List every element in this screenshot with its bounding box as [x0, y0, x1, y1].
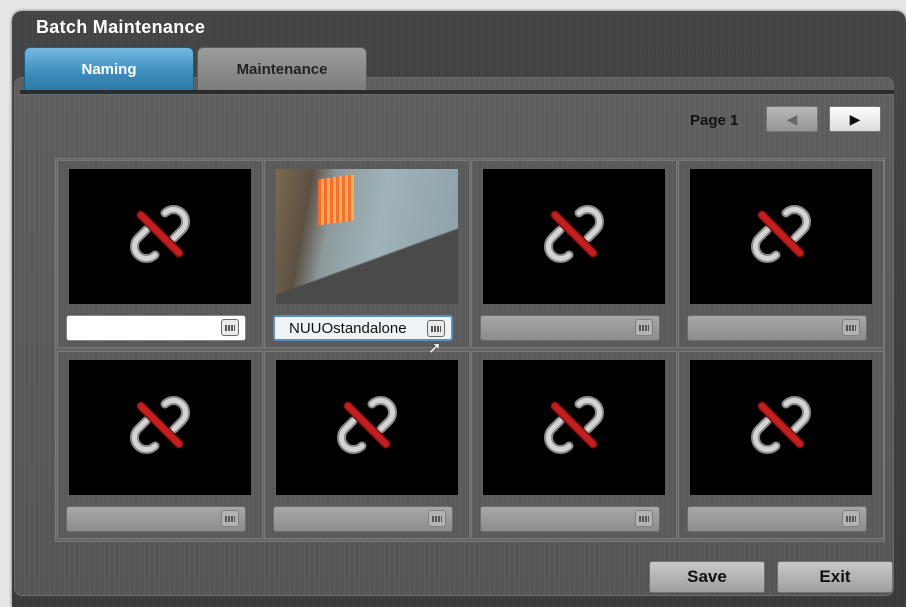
camera-grid: NUUOstandalone: [55, 158, 885, 542]
broken-link-icon: [332, 390, 402, 465]
camera-cell: NUUOstandalone: [264, 160, 470, 348]
camera-name-field: [273, 506, 453, 532]
camera-cell: [678, 160, 884, 348]
camera-disconnected-thumbnail[interactable]: [276, 360, 458, 495]
exit-button[interactable]: Exit: [777, 561, 893, 593]
camera-name-field: [480, 315, 660, 341]
camera-cell: [471, 160, 677, 348]
camera-name-text: NUUOstandalone: [289, 319, 407, 337]
broken-link-icon: [539, 390, 609, 465]
camera-disconnected-thumbnail[interactable]: [483, 360, 665, 495]
broken-link-icon: [746, 390, 816, 465]
keyboard-icon: [635, 510, 653, 527]
broken-link-icon: [539, 199, 609, 274]
tab-maintenance[interactable]: Maintenance: [197, 47, 367, 91]
window-title: Batch Maintenance: [36, 17, 206, 37]
camera-name-field: [687, 506, 867, 532]
tab-naming[interactable]: Naming: [24, 47, 194, 97]
camera-live-thumbnail[interactable]: [276, 169, 458, 304]
tab-underline: [20, 90, 894, 95]
camera-disconnected-thumbnail[interactable]: [483, 169, 665, 304]
camera-cell: [678, 351, 884, 539]
camera-disconnected-thumbnail[interactable]: [690, 360, 872, 495]
camera-name-field[interactable]: [66, 315, 246, 341]
camera-name-field: [687, 315, 867, 341]
keyboard-icon: [842, 319, 860, 336]
keyboard-icon[interactable]: [221, 319, 239, 336]
camera-cell: [57, 160, 263, 348]
keyboard-icon: [635, 319, 653, 336]
camera-cell: [57, 351, 263, 539]
camera-cell: [471, 351, 677, 539]
broken-link-icon: [746, 199, 816, 274]
keyboard-icon: [428, 510, 446, 527]
save-button[interactable]: Save: [649, 561, 765, 593]
camera-name-field: [480, 506, 660, 532]
broken-link-icon: [125, 199, 195, 274]
page-indicator: Page 1: [690, 112, 739, 129]
keyboard-icon: [221, 510, 239, 527]
camera-name-field: [66, 506, 246, 532]
camera-name-field[interactable]: NUUOstandalone: [273, 315, 453, 341]
camera-disconnected-thumbnail[interactable]: [690, 169, 872, 304]
arrow-left-icon: ◀: [786, 110, 798, 127]
broken-link-icon: [125, 390, 195, 465]
camera-disconnected-thumbnail[interactable]: [69, 360, 251, 495]
keyboard-icon: [842, 510, 860, 527]
camera-cell: [264, 351, 470, 539]
camera-scene: [318, 174, 354, 226]
next-page-button[interactable]: ▶: [829, 106, 881, 132]
keyboard-icon[interactable]: [427, 320, 445, 337]
arrow-right-icon: ▶: [849, 110, 861, 127]
camera-disconnected-thumbnail[interactable]: [69, 169, 251, 304]
mouse-cursor-icon: ➚: [428, 340, 442, 357]
prev-page-button[interactable]: ◀: [766, 106, 818, 132]
